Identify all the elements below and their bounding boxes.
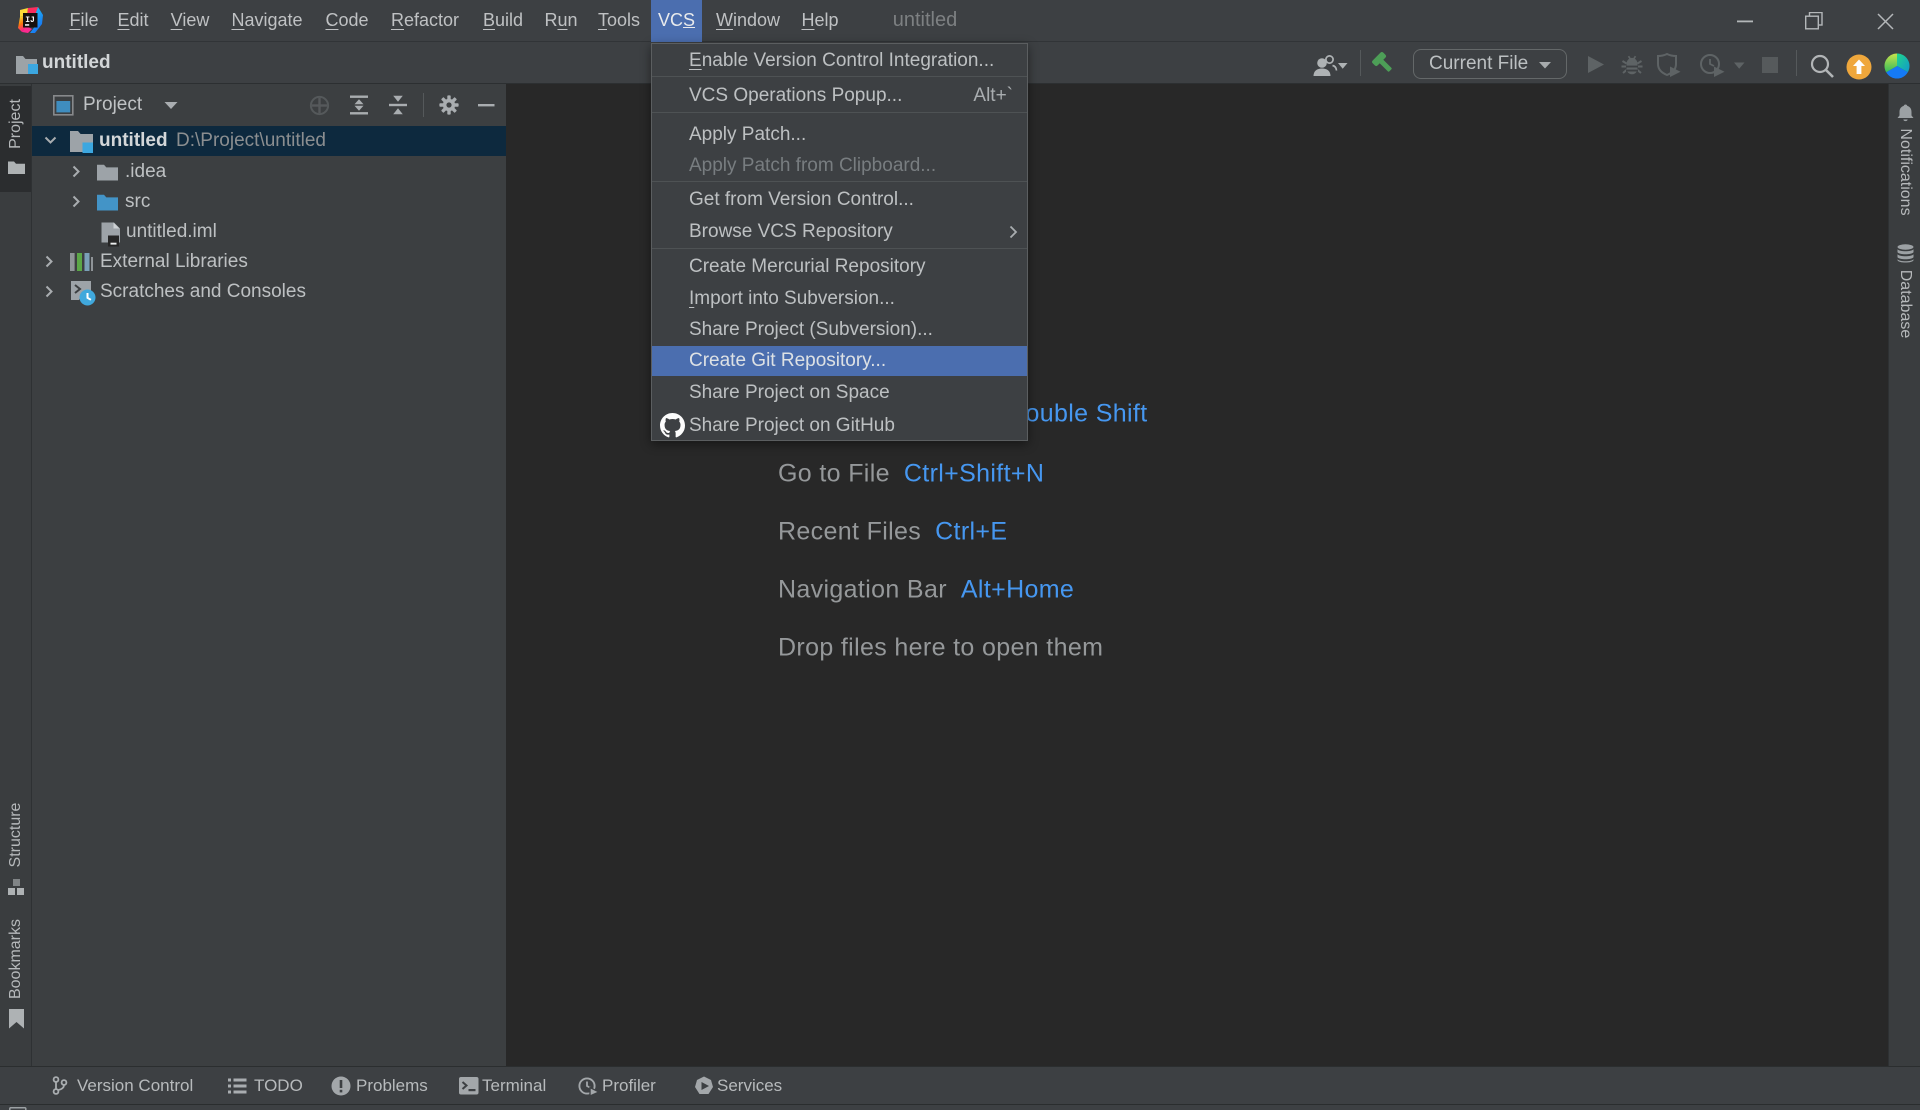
svg-text:IJ: IJ [25, 16, 35, 25]
